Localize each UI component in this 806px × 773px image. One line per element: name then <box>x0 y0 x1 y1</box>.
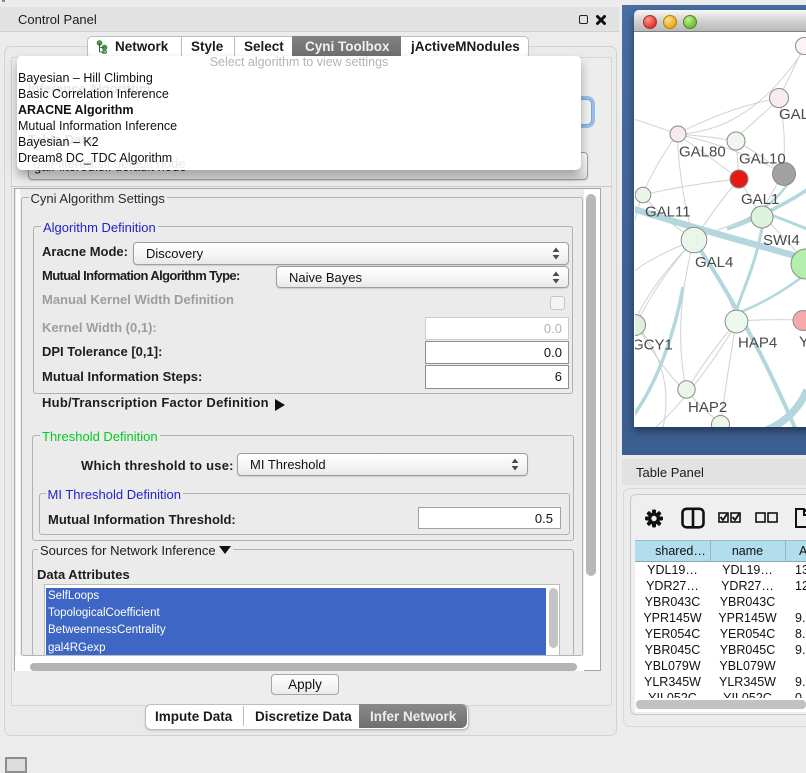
svg-text:GAL1: GAL1 <box>741 191 779 208</box>
svg-text:GAL4: GAL4 <box>695 254 733 271</box>
svg-text:GCY1: GCY1 <box>635 337 673 354</box>
svg-text:HAP2: HAP2 <box>688 399 727 416</box>
svg-text:GAL10: GAL10 <box>739 151 786 168</box>
svg-text:Y: Y <box>799 334 806 351</box>
svg-text:SWI4: SWI4 <box>763 232 800 249</box>
svg-text:GAL11: GAL11 <box>645 204 691 221</box>
svg-text:HAP4: HAP4 <box>738 335 777 352</box>
svg-text:GAL2: GAL2 <box>779 106 806 123</box>
svg-text:GAL80: GAL80 <box>679 144 726 161</box>
